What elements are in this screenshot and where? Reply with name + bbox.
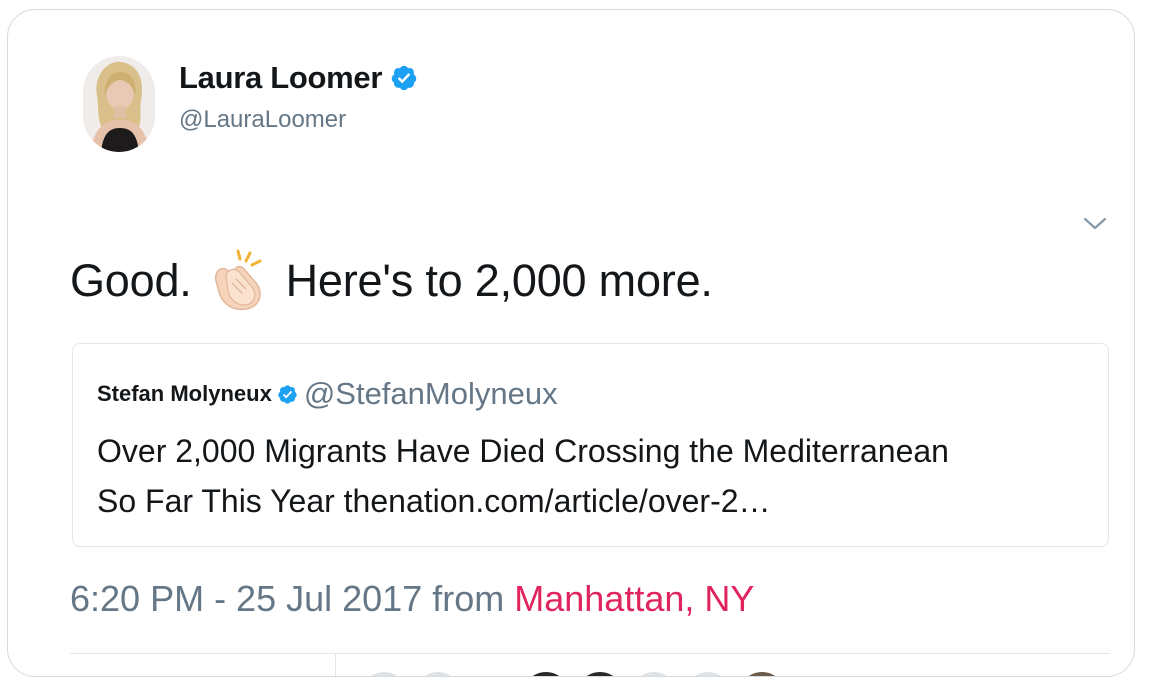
tweet-text-before: Good. xyxy=(70,255,192,306)
tweet-text-after: Here's to 2,000 more. xyxy=(285,255,713,306)
quoted-author-name: Stefan Molyneux xyxy=(97,381,272,406)
stats-divider xyxy=(335,654,336,676)
quoted-tweet-line: So Far This Year thenation.com/article/o… xyxy=(97,483,771,519)
divider xyxy=(70,653,1110,654)
liker-avatars xyxy=(360,672,786,676)
liker-avatar[interactable] xyxy=(576,672,624,676)
liker-avatar[interactable] xyxy=(684,672,732,676)
avatar-image xyxy=(83,56,155,152)
quoted-tweet-line: Over 2,000 Migrants Have Died Crossing t… xyxy=(97,433,949,469)
tweet-location-link[interactable]: Manhattan, NY xyxy=(514,578,754,619)
liker-avatar[interactable] xyxy=(414,672,462,676)
liker-avatar[interactable] xyxy=(630,672,678,676)
author-name[interactable]: Laura Loomer xyxy=(179,60,382,96)
quoted-tweet-text: Over 2,000 Migrants Have Died Crossing t… xyxy=(97,426,1097,526)
quoted-author-handle: @StefanMolyneux xyxy=(303,376,558,411)
author-handle[interactable]: @LauraLoomer xyxy=(179,106,346,134)
tweet-meta: 6:20 PM - 25 Jul 2017 from Manhattan, NY xyxy=(70,578,754,620)
author-name-row: Laura Loomer xyxy=(179,60,418,96)
verified-badge-icon xyxy=(278,384,297,404)
chevron-down-icon[interactable] xyxy=(1082,215,1108,233)
verified-badge-icon xyxy=(391,65,417,91)
quoted-tweet-header: Stefan Molyneux @StefanMolyneux xyxy=(97,376,558,412)
from-label: from xyxy=(432,578,505,619)
clapping-hands-icon xyxy=(214,249,262,311)
liker-avatar[interactable] xyxy=(738,672,786,676)
quoted-tweet[interactable]: Stefan Molyneux @StefanMolyneux Over 2,0… xyxy=(72,343,1109,547)
avatar[interactable] xyxy=(83,56,155,152)
liker-avatar[interactable] xyxy=(360,672,408,676)
tweet-timestamp[interactable]: 6:20 PM - 25 Jul 2017 xyxy=(70,578,422,619)
liker-avatar[interactable] xyxy=(522,672,570,676)
tweet-text: Good. Here's to 2,000 more. xyxy=(70,247,713,315)
tweet-card: Laura Loomer @LauraLoomer Good. Here's t… xyxy=(7,9,1135,677)
